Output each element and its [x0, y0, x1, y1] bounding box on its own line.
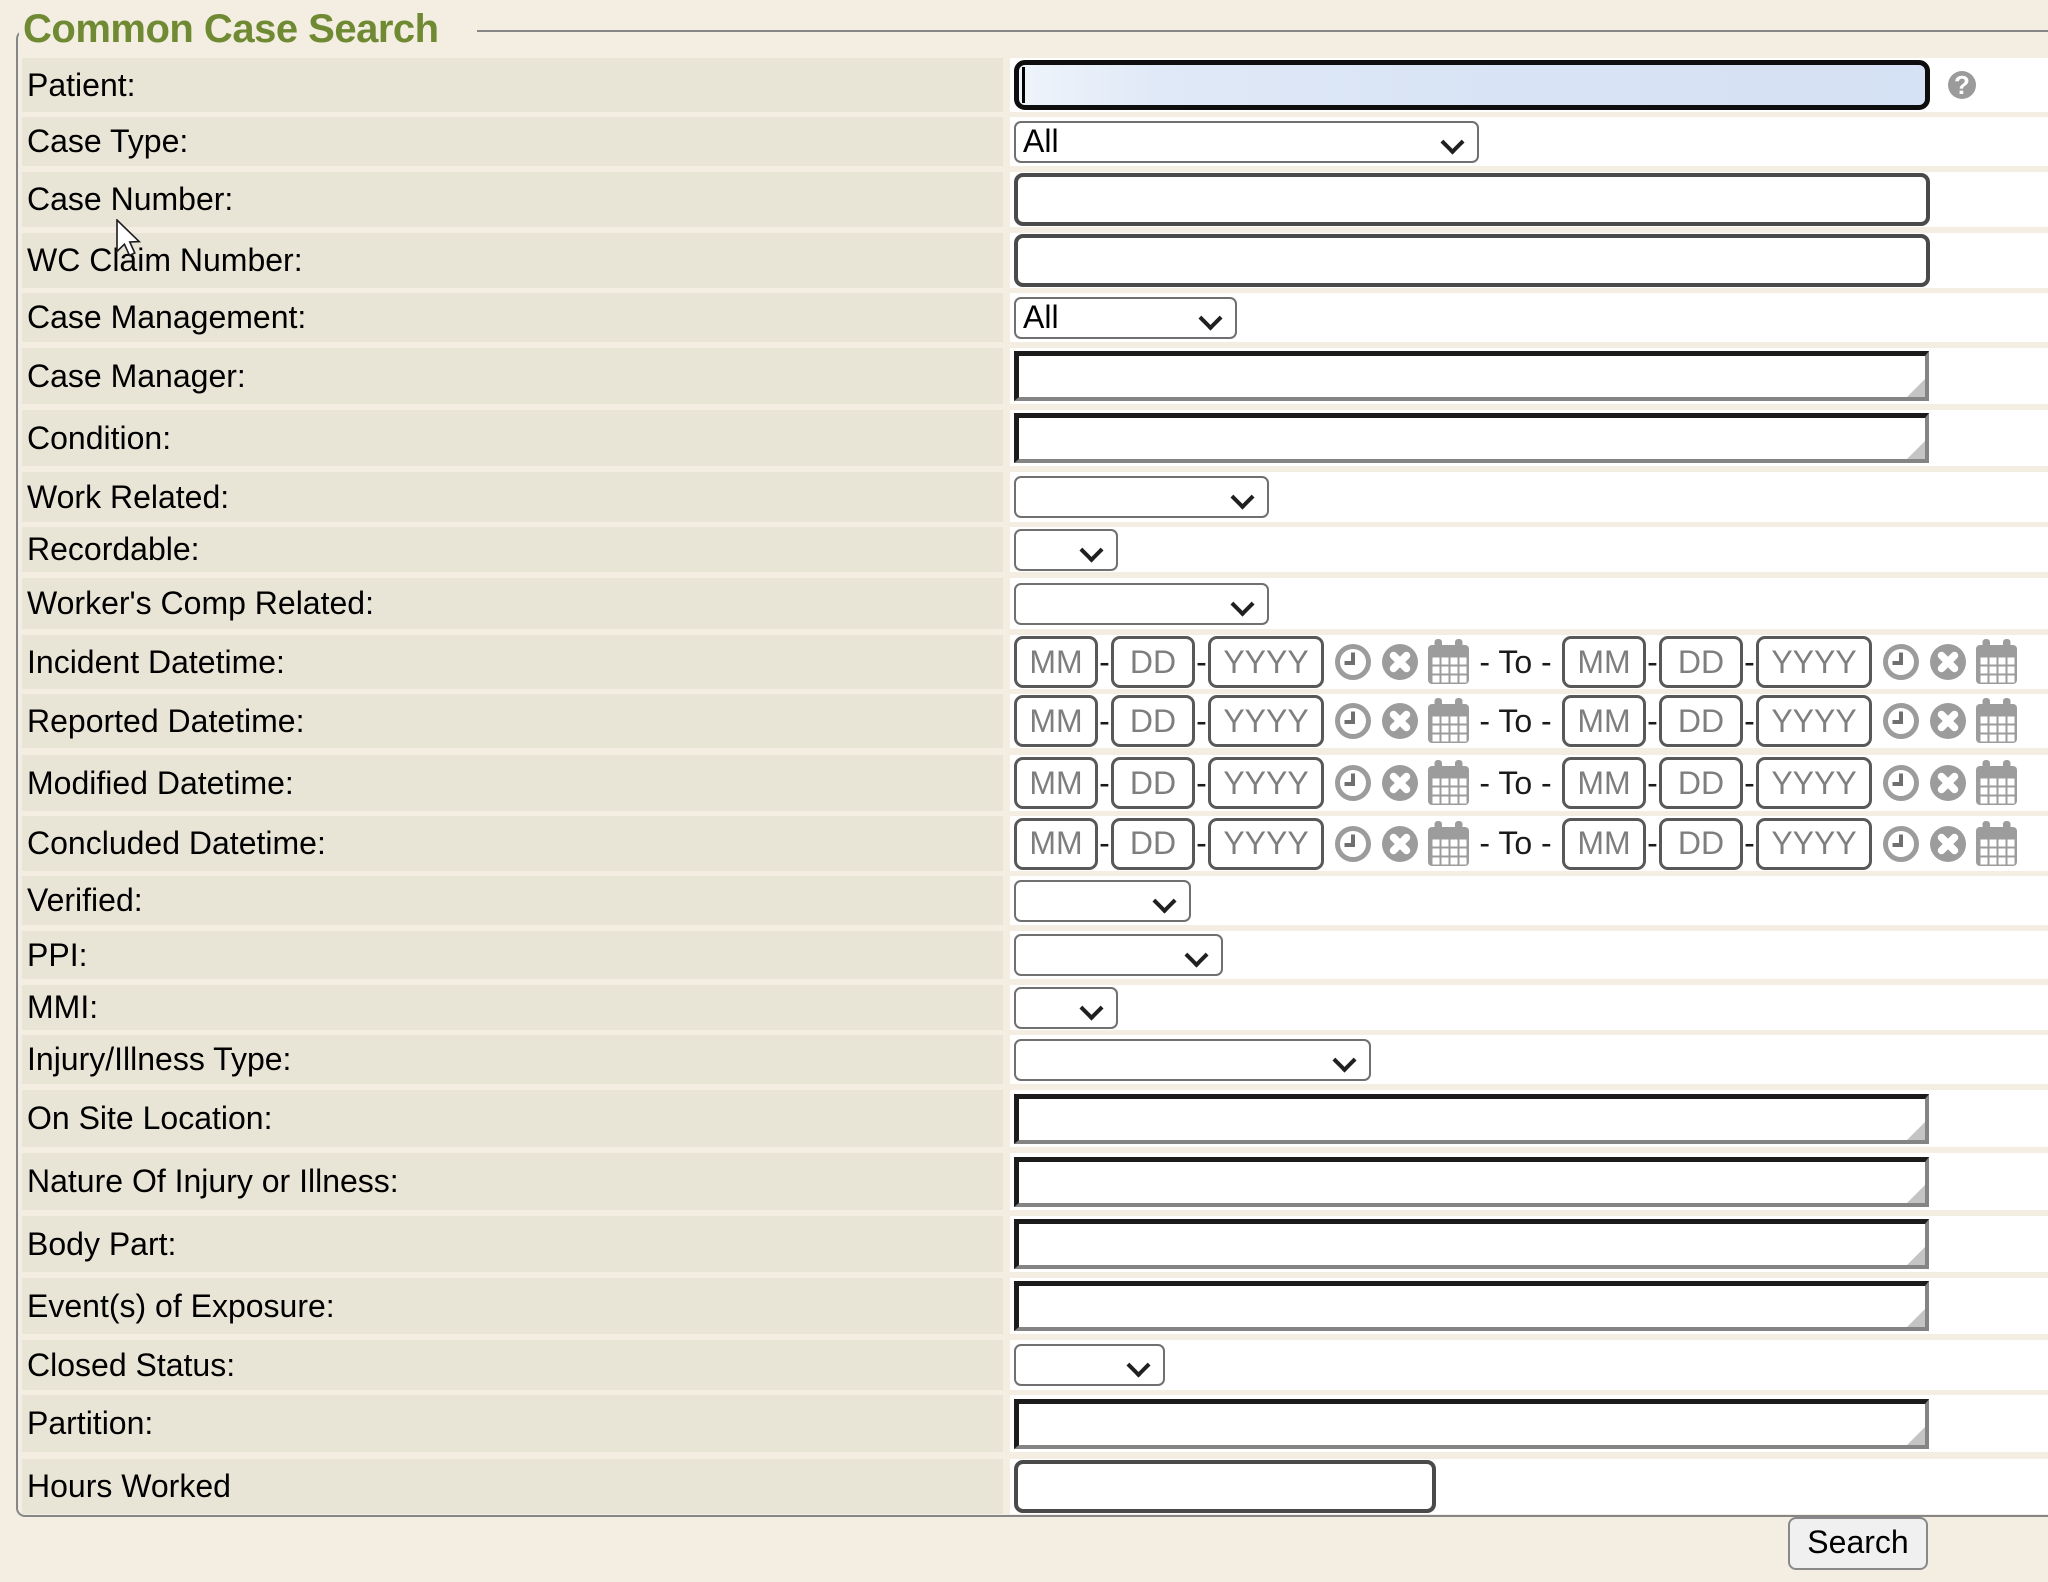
svg-text:?: ?: [1954, 71, 1970, 99]
